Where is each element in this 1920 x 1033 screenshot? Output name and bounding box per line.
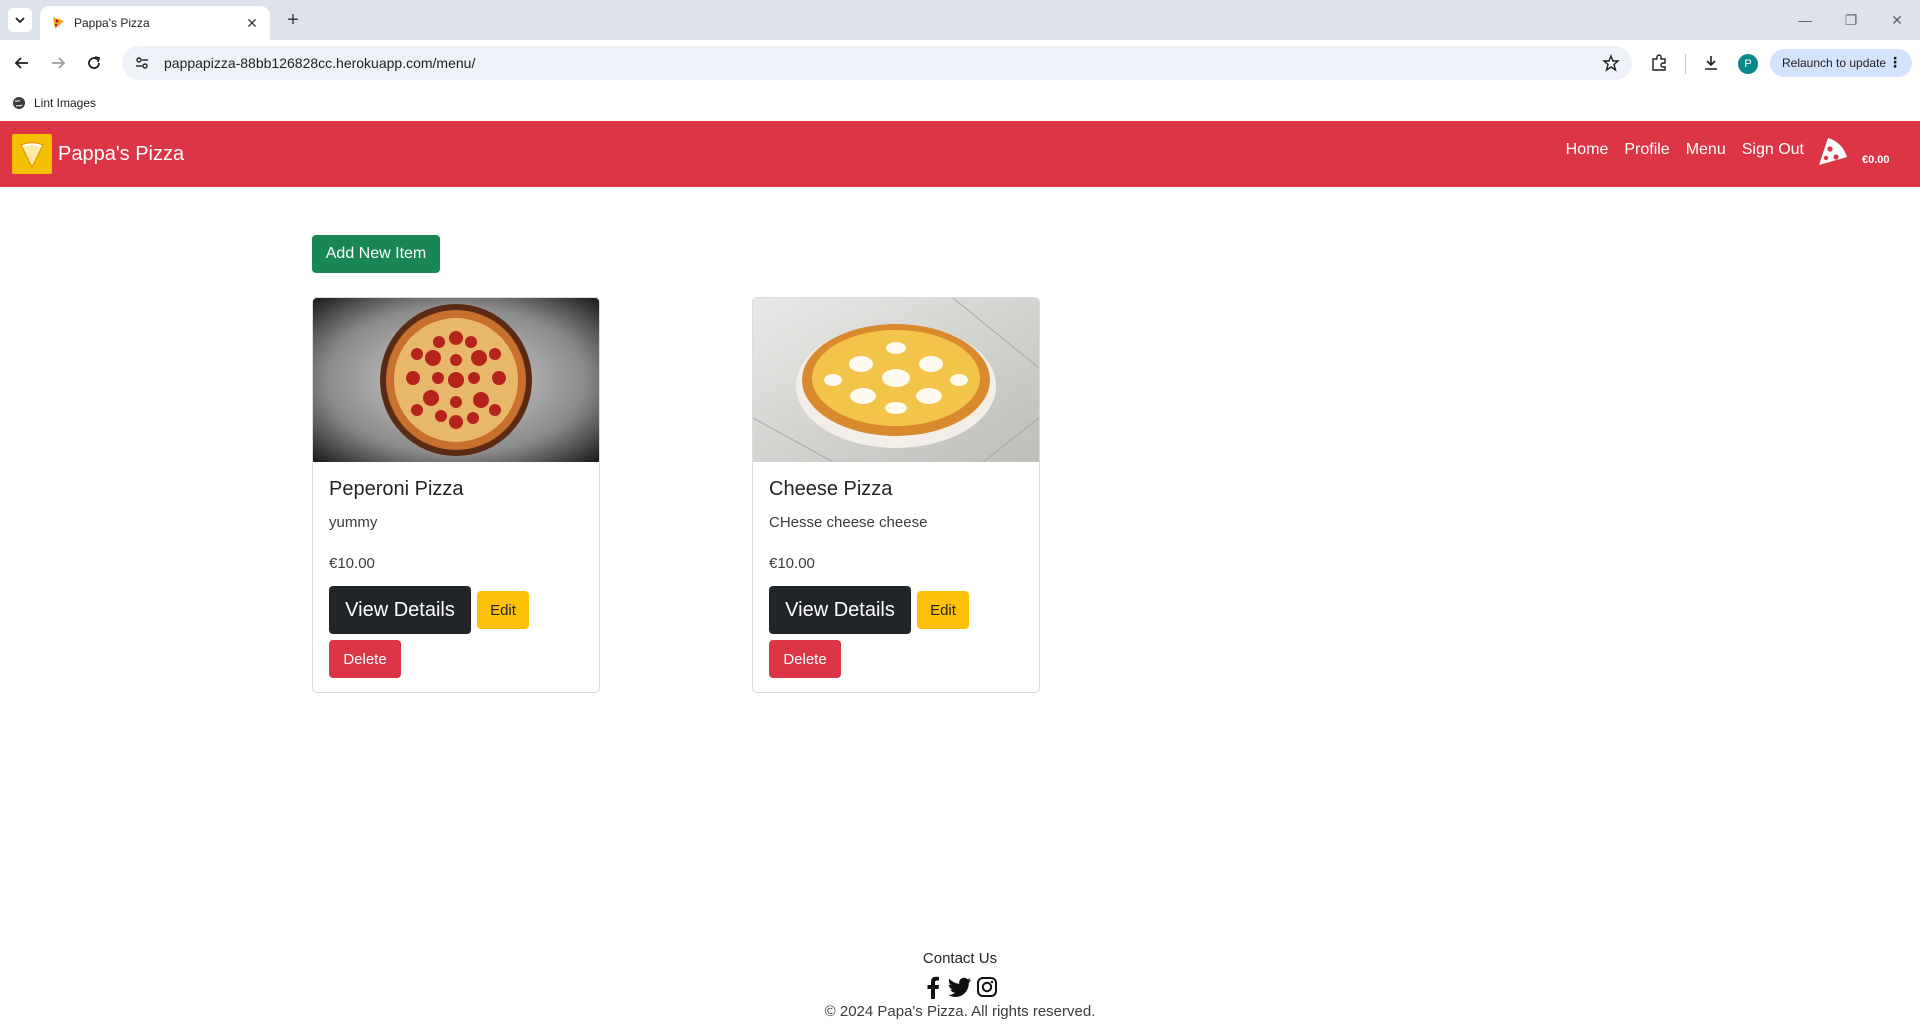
nav-sign-out[interactable]: Sign Out [1742,141,1804,159]
nav-profile[interactable]: Profile [1624,141,1669,159]
chevron-down-icon [15,17,25,24]
back-icon[interactable] [10,51,34,75]
item-description: yummy [329,514,378,531]
cart-total[interactable]: €0.00 [1862,154,1890,166]
address-bar[interactable]: pappapizza-88bb126828cc.herokuapp.com/me… [122,46,1632,80]
item-actions: View Details Edit Delete [769,586,1025,678]
relaunch-button[interactable]: Relaunch to update ⋮ [1770,49,1912,77]
pepperoni-pizza-image [313,298,599,462]
social-links [0,975,1920,999]
menu-item-card: Peperoni Pizza yummy €10.00 View Details… [312,297,600,693]
tab-search-button[interactable] [8,8,32,32]
more-menu-icon[interactable]: ⋮ [1888,55,1902,69]
download-icon[interactable] [1700,52,1722,74]
site-navbar: Pappa's Pizza Home Profile Menu Sign Out… [0,121,1920,187]
item-price: €10.00 [329,555,375,572]
item-title: Cheese Pizza [769,478,893,500]
url-text[interactable]: pappapizza-88bb126828cc.herokuapp.com/me… [164,55,475,71]
close-window-icon[interactable]: ✕ [1874,0,1920,40]
tab-close-icon[interactable]: ✕ [244,15,260,32]
item-actions: View Details Edit Delete [329,586,585,678]
delete-button[interactable]: Delete [769,640,841,678]
restore-icon[interactable]: ❐ [1828,0,1874,40]
tab-title: Pappa's Pizza [74,16,150,30]
extensions-icon[interactable] [1648,52,1670,74]
pizza-logo-icon [12,134,52,174]
new-tab-icon[interactable]: + [282,9,304,31]
instagram-icon[interactable] [976,975,998,999]
bookmark-lint-images[interactable]: Lint Images [34,96,96,110]
toolbar-divider [1685,54,1686,74]
brand-link[interactable]: Pappa's Pizza [12,134,184,174]
forward-icon[interactable] [46,51,70,75]
delete-button[interactable]: Delete [329,640,401,678]
menu-item-card: Cheese Pizza CHesse cheese cheese €10.00… [752,297,1040,693]
contact-us-heading: Contact Us [922,950,998,967]
cheese-pizza-image [753,298,1039,462]
minimize-icon[interactable]: — [1782,0,1828,40]
browser-toolbar: pappapizza-88bb126828cc.herokuapp.com/me… [0,40,1920,86]
window-controls: — ❐ ✕ [1782,0,1920,40]
view-details-button[interactable]: View Details [329,586,471,634]
bookmark-star-icon[interactable] [1602,54,1620,72]
site-footer: Contact Us © 2024 Papa's Pizza. All righ… [0,950,1920,1020]
browser-tab-bar: Pappa's Pizza ✕ + — ❐ ✕ [0,0,1920,40]
globe-icon [13,97,25,109]
pizza-cart-icon[interactable] [1816,135,1850,169]
facebook-icon[interactable] [922,975,944,999]
item-title: Peperoni Pizza [329,478,464,500]
copyright-text: © 2024 Papa's Pizza. All rights reserved… [824,1003,1096,1020]
edit-button[interactable]: Edit [917,591,969,629]
site-info-icon[interactable] [134,55,150,71]
twitter-icon[interactable] [948,975,972,999]
nav-home[interactable]: Home [1566,141,1609,159]
item-price: €10.00 [769,555,815,572]
edit-button[interactable]: Edit [477,591,529,629]
nav-menu[interactable]: Menu [1686,141,1726,159]
add-new-item-button[interactable]: Add New Item [312,235,440,273]
brand-name: Pappa's Pizza [58,142,185,165]
bookmarks-bar: Lint Images [0,86,1920,120]
reload-icon[interactable] [82,51,106,75]
relaunch-label: Relaunch to update [1782,56,1887,70]
pizza-favicon-icon [53,17,64,29]
browser-tab[interactable]: Pappa's Pizza ✕ [40,6,270,40]
nav-links: Home Profile Menu Sign Out [1566,141,1804,159]
view-details-button[interactable]: View Details [769,586,911,634]
profile-avatar[interactable]: P [1738,54,1758,74]
item-description: CHesse cheese cheese [769,514,928,531]
